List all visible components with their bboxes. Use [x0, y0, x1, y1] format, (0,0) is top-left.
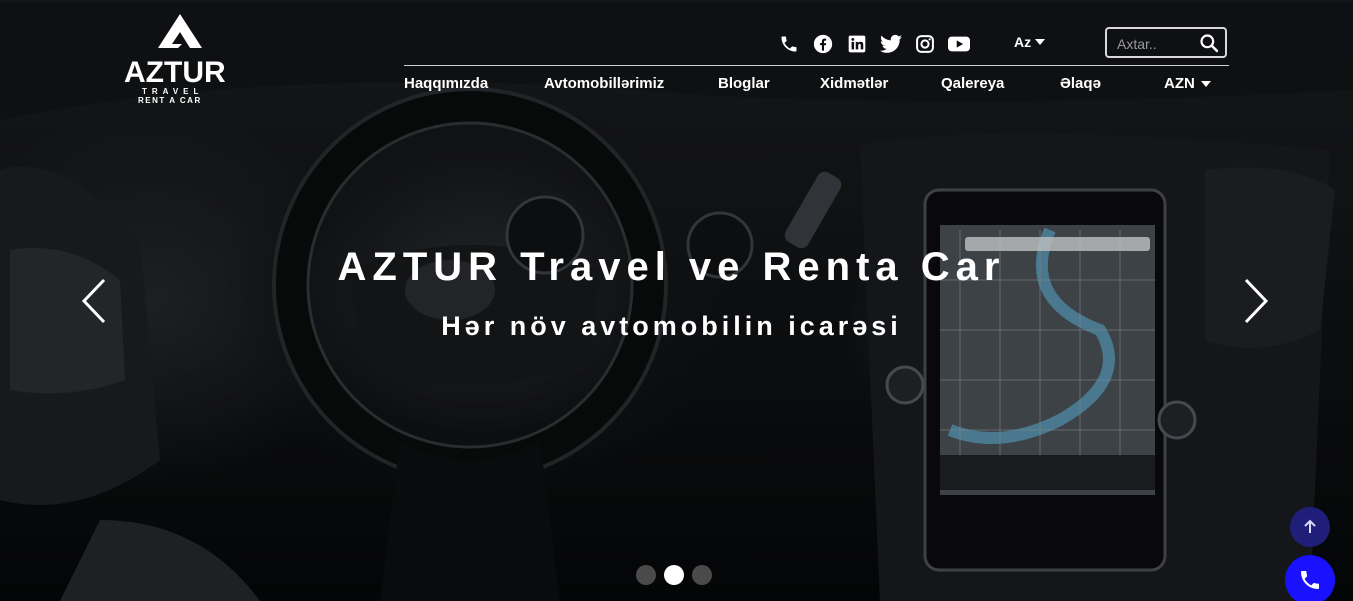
nav-item-contact[interactable]: Əlaqə: [1060, 75, 1101, 92]
slider-dots: [636, 565, 712, 585]
chevron-left-icon[interactable]: [80, 278, 110, 324]
search-box: [1105, 27, 1227, 58]
youtube-icon[interactable]: [948, 33, 970, 55]
hero-subtitle: Hər növ avtomobilin icarəsi: [0, 311, 1353, 342]
nav-item-services[interactable]: Xidmətlər: [820, 75, 888, 92]
scroll-top-button[interactable]: [1290, 507, 1330, 547]
logo-mark-icon: [158, 14, 202, 48]
brand-name: AZTUR: [124, 56, 226, 89]
nav-item-gallery[interactable]: Qalereya: [941, 75, 1004, 92]
call-button[interactable]: [1285, 555, 1335, 601]
chevron-right-icon[interactable]: [1240, 278, 1270, 324]
currency-value: AZN: [1164, 75, 1195, 92]
currency-selector[interactable]: AZN: [1164, 75, 1211, 92]
slider-dot-2[interactable]: [664, 565, 684, 585]
hero-subtitle-text: Hər növ avtomobilin icarəsi: [441, 311, 902, 341]
nav-item-blogs[interactable]: Bloglar: [718, 75, 770, 92]
twitter-icon[interactable]: [880, 33, 902, 55]
slider-dot-1[interactable]: [636, 565, 656, 585]
nav-divider: [404, 65, 1229, 66]
language-value: Az: [1014, 34, 1032, 50]
brand-line1: TRAVEL: [142, 87, 204, 96]
brand-line2: RENT A CAR: [138, 96, 202, 105]
language-selector[interactable]: Az: [1014, 34, 1046, 50]
facebook-icon[interactable]: [812, 33, 834, 55]
hero-slider: AZTUR TRAVEL RENT A CAR Az Axtar.. Haqqı…: [0, 0, 1353, 601]
phone-icon[interactable]: [778, 33, 800, 55]
search-input[interactable]: [1115, 33, 1199, 55]
social-links: [778, 33, 970, 55]
search-icon[interactable]: [1199, 33, 1219, 58]
arrow-up-icon: [1304, 519, 1316, 533]
phone-icon: [1301, 571, 1319, 589]
chevron-down-icon: [1035, 39, 1046, 45]
instagram-icon[interactable]: [914, 33, 936, 55]
slider-dot-3[interactable]: [692, 565, 712, 585]
hero-title-text: AZTUR Travel ve Renta Car: [337, 245, 1006, 289]
chevron-down-icon: [1200, 80, 1211, 87]
nav-item-about[interactable]: Haqqımızda: [404, 75, 488, 92]
brand-logo[interactable]: AZTUR TRAVEL RENT A CAR: [124, 14, 234, 106]
nav-item-cars[interactable]: Avtomobillərimiz: [544, 75, 664, 92]
hero-title: AZTUR Travel ve Renta Car: [0, 245, 1353, 290]
linkedin-icon[interactable]: [846, 33, 868, 55]
